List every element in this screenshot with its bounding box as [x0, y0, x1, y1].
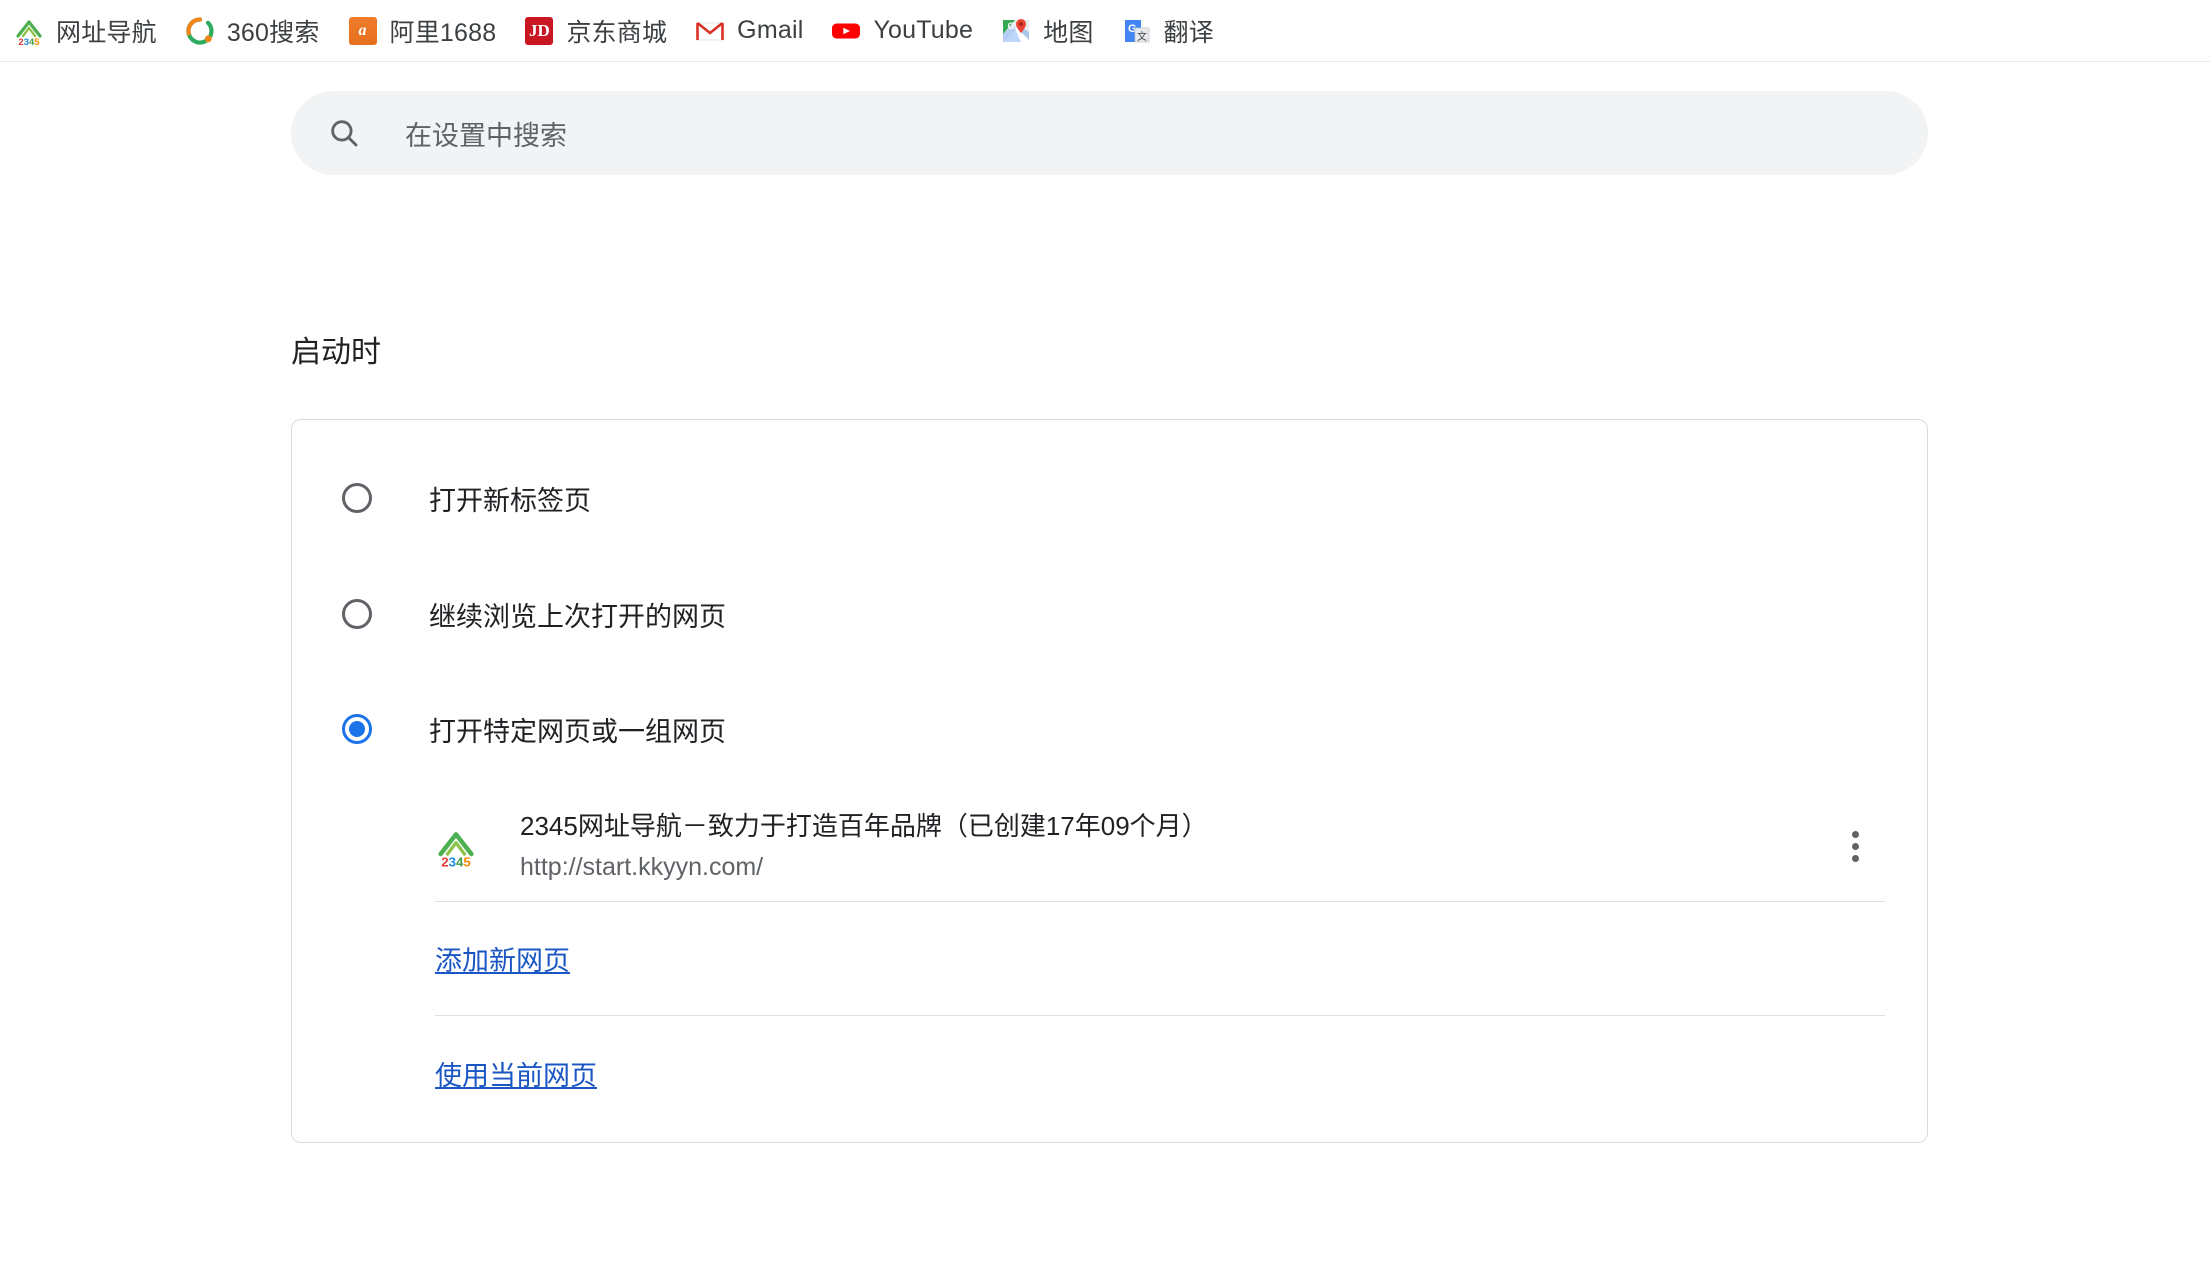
- add-new-page-row: 添加新网页: [435, 902, 1885, 1016]
- youtube-icon: [831, 16, 861, 46]
- startup-page-url: http://start.kkyyn.com/: [520, 853, 764, 882]
- bookmark-item-360search[interactable]: 360搜索: [171, 8, 334, 54]
- radio-circle-selected-icon[interactable]: [342, 714, 372, 744]
- settings-content: 在设置中搜索 启动时 打开新标签页 继续浏览上次打开的网页 打开特定网页或一组网…: [0, 62, 2210, 1286]
- svg-text:2345: 2345: [18, 37, 40, 46]
- bookmark-label: YouTube: [873, 16, 974, 44]
- bookmark-item-alibaba1688[interactable]: a 阿里1688: [334, 8, 511, 54]
- house-2345-icon: 2345: [14, 16, 44, 46]
- svg-text:文: 文: [1137, 30, 1147, 43]
- 360-search-icon: [185, 16, 215, 46]
- house-2345-icon: 2345: [435, 826, 477, 868]
- more-dot: [1851, 831, 1859, 838]
- on-startup-card: 打开新标签页 继续浏览上次打开的网页 打开特定网页或一组网页 2345 2345…: [291, 419, 1928, 1143]
- svg-text:G: G: [1008, 21, 1015, 31]
- radio-option-label: 打开新标签页: [429, 485, 591, 516]
- radio-option-open-new-tab[interactable]: 打开新标签页: [292, 459, 1927, 537]
- radio-circle-icon[interactable]: [342, 483, 372, 513]
- bookmark-item-gmail[interactable]: Gmail: [681, 8, 817, 54]
- bookmark-item-maps[interactable]: G 地图: [987, 8, 1107, 54]
- bookmark-label: Gmail: [737, 16, 804, 44]
- startup-page-row: 2345 2345网址导航－致力于打造百年品牌（已创建17年09个月） http…: [435, 792, 1885, 902]
- radio-option-continue-where-left-off[interactable]: 继续浏览上次打开的网页: [292, 575, 1927, 653]
- bookmark-label: 360搜索: [226, 18, 320, 47]
- bookmarks-bar: 2345 网址导航 360搜索 a 阿里1688 JD 京东商城 Gmail Y…: [0, 0, 2210, 62]
- google-translate-icon: G 文: [1122, 16, 1152, 46]
- bookmark-item-wangzhidaohang[interactable]: 2345 网址导航: [0, 8, 171, 54]
- svg-text:2345: 2345: [441, 854, 471, 867]
- bookmark-label: 京东商城: [566, 18, 668, 47]
- bookmark-label: 地图: [1043, 18, 1094, 47]
- radio-option-label: 继续浏览上次打开的网页: [429, 601, 726, 632]
- page-title: 启动时: [291, 336, 381, 369]
- bookmark-label: 阿里1688: [389, 18, 497, 47]
- gmail-icon: [695, 16, 725, 46]
- search-input[interactable]: 在设置中搜索: [291, 91, 1928, 175]
- alibaba-1688-icon: a: [348, 16, 378, 46]
- add-new-page-link[interactable]: 添加新网页: [435, 939, 570, 978]
- more-dot: [1851, 843, 1859, 850]
- bookmark-label: 网址导航: [56, 18, 157, 47]
- radio-option-label: 打开特定网页或一组网页: [429, 716, 726, 747]
- bookmark-label: 翻译: [1163, 18, 1214, 47]
- jd-icon: JD: [524, 16, 554, 46]
- search-placeholder: 在设置中搜索: [405, 120, 567, 151]
- radio-circle-icon[interactable]: [342, 599, 372, 629]
- use-current-pages-link[interactable]: 使用当前网页: [435, 1054, 597, 1093]
- startup-page-text: 2345网址导航－致力于打造百年品牌（已创建17年09个月） http://st…: [520, 809, 1827, 884]
- bookmark-item-youtube[interactable]: YouTube: [817, 8, 987, 54]
- radio-option-open-specific-pages[interactable]: 打开特定网页或一组网页: [292, 690, 1927, 768]
- search-icon: [327, 116, 361, 150]
- startup-page-title: 2345网址导航－致力于打造百年品牌（已创建17年09个月）: [520, 811, 1208, 842]
- bookmark-item-translate[interactable]: G 文 翻译: [1108, 8, 1228, 54]
- bookmark-item-jd[interactable]: JD 京东商城: [510, 8, 681, 54]
- more-vert-icon[interactable]: [1827, 819, 1883, 875]
- google-maps-icon: G: [1001, 16, 1031, 46]
- use-current-pages-row: 使用当前网页: [435, 1016, 1885, 1130]
- more-dot: [1851, 855, 1859, 862]
